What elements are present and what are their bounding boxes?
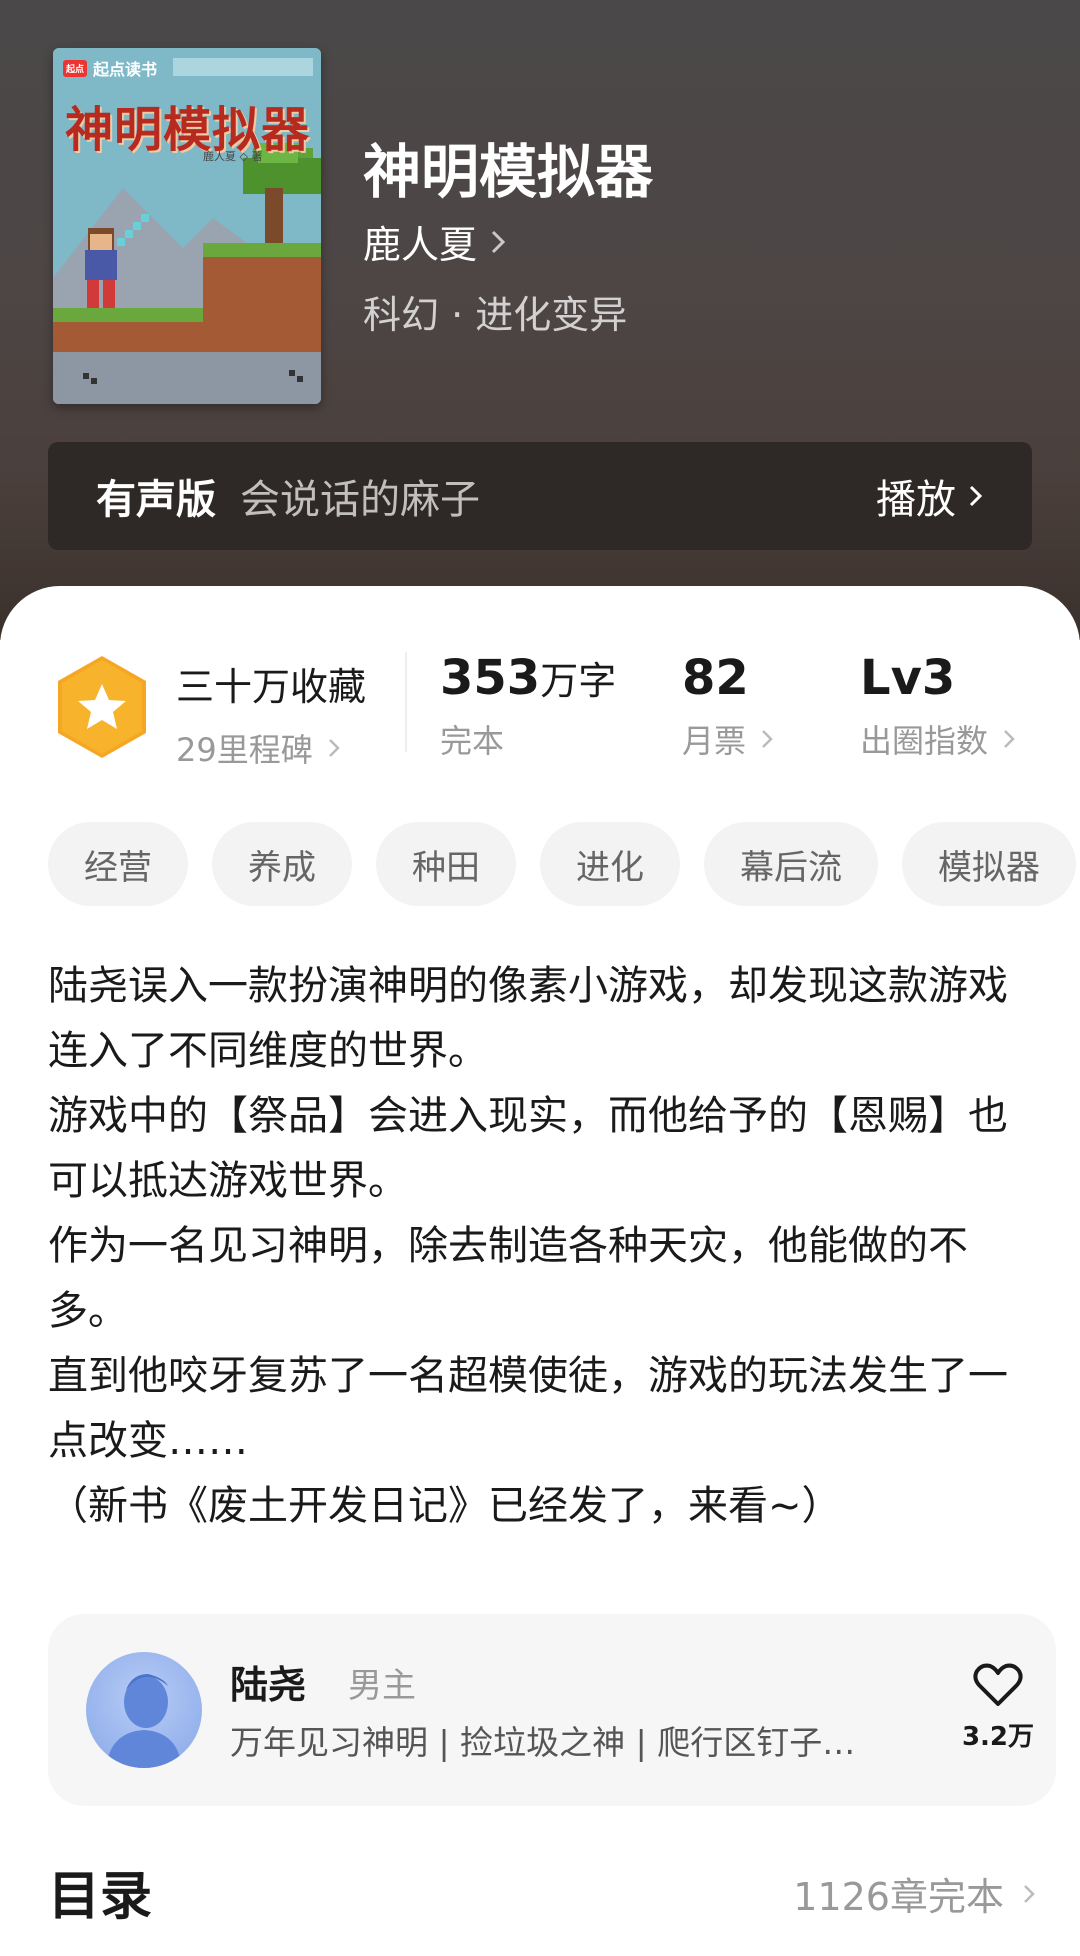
book-genre: 科幻 · 进化变异 [363,293,628,337]
tag-chip[interactable]: 种田 [376,822,516,906]
author-name: 鹿人夏 [363,223,478,267]
chapter-count: 1126章完本 [793,1875,1004,1919]
monthly-tickets-label: 月票 [682,722,747,760]
play-label: 播放 [876,477,956,523]
cover-author: 鹿人夏 ◇ 著 [203,150,263,163]
popularity-label: 出圈指数 [860,722,989,760]
toc-title: 目录 [48,1867,153,1927]
character-description: 万年见习神明 | 捡垃圾之神 | 爬行区钉子… [230,1723,856,1762]
tag-chip[interactable]: 模拟器 [902,822,1076,906]
popularity-level: Lv3 [860,650,956,706]
word-unit: 万字 [540,659,617,703]
qidian-logo: 起点 [63,59,88,77]
synopsis-paragraph: （新书《废土开发日记》已经发了，来看~） [48,1483,842,1529]
book-detail-sheet: 三十万收藏 29里程碑 353万字 完本 82 月票 Lv3 出圈指数 经营 养… [0,586,1080,1956]
chevron-right-icon [969,485,983,507]
completion-status: 完本 [440,722,505,760]
chevron-right-icon [328,739,340,757]
audio-label: 有声版 [96,477,216,523]
cover-brand: 起点 起点读书 [63,56,157,80]
tag-chip[interactable]: 养成 [212,822,352,906]
popularity-index-stat[interactable]: Lv3 出圈指数 [860,650,1016,762]
favorites-count: 三十万收藏 [176,665,367,709]
tag-chip[interactable]: 进化 [540,822,680,906]
tag-chip[interactable]: 幕后流 [704,822,878,906]
tag-list: 经营 养成 种田 进化 幕后流 模拟器 [48,822,1076,906]
character-name: 陆尧 [230,1663,307,1707]
character-like-button[interactable]: 3.2万 [958,1662,1038,1753]
like-count: 3.2万 [961,1722,1035,1752]
play-button[interactable]: 播放 [876,467,984,525]
word-count-stat: 353万字 完本 [440,650,616,762]
stats-divider [405,652,407,752]
book-title: 神明模拟器 [363,138,654,206]
synopsis-paragraph: 作为一名见习神明，除去制造各种天灾，他能做的不多。 [48,1223,968,1334]
chevron-right-icon [1004,730,1015,748]
milestones-count: 29里程碑 [176,731,313,769]
synopsis-paragraph: 游戏中的【祭品】会进入现实，而他给予的【恩赐】也可以抵达游戏世界。 [48,1093,1008,1204]
character-role: 男主 [348,1666,416,1706]
chevron-right-icon [491,230,506,253]
synopsis-paragraph: 陆尧误入一款扮演神明的像素小游戏，却发现这款游戏连入了不同维度的世界。 [48,963,1008,1074]
book-synopsis[interactable]: 陆尧误入一款扮演神明的像素小游戏，却发现这款游戏连入了不同维度的世界。 游戏中的… [48,954,1008,1539]
favorites-stat[interactable]: 三十万收藏 29里程碑 [176,656,366,771]
toc-link[interactable]: 1126章完本 [793,1866,1036,1921]
stats-row: 三十万收藏 29里程碑 353万字 完本 82 月票 Lv3 出圈指数 [0,586,1080,786]
monthly-tickets-count: 82 [682,650,749,706]
character-card[interactable]: 陆尧 男主 万年见习神明 | 捡垃圾之神 | 爬行区钉子… 3.2万 [48,1614,1056,1806]
cover-brand-text: 起点读书 [93,60,158,79]
book-cover[interactable]: 起点 起点读书 神明模拟器 鹿人夏 ◇ 著 [53,48,321,404]
word-count: 353 [440,650,541,706]
audio-version-bar[interactable]: 有声版 会说话的麻子 播放 [48,442,1032,550]
character-avatar [86,1652,202,1768]
tag-chip[interactable]: 经营 [48,822,188,906]
author-link[interactable]: 鹿人夏 [363,214,507,269]
star-badge-icon [58,656,146,758]
chevron-right-icon [762,730,773,748]
book-header: 起点 起点读书 神明模拟器 鹿人夏 ◇ 著 神明模拟器 鹿人夏 科幻 · 进化变… [0,0,1080,640]
person-silhouette-icon [106,1674,182,1768]
cover-title: 神明模拟器 [65,102,311,158]
audio-narrator: 会说话的麻子 [240,477,480,523]
chevron-right-icon [1024,1884,1035,1903]
synopsis-paragraph: 直到他咬牙复苏了一名超模使徒，游戏的玩法发生了一点改变…… [48,1353,1008,1464]
monthly-tickets-stat[interactable]: 82 月票 [682,650,774,762]
heart-icon [973,1663,1023,1706]
